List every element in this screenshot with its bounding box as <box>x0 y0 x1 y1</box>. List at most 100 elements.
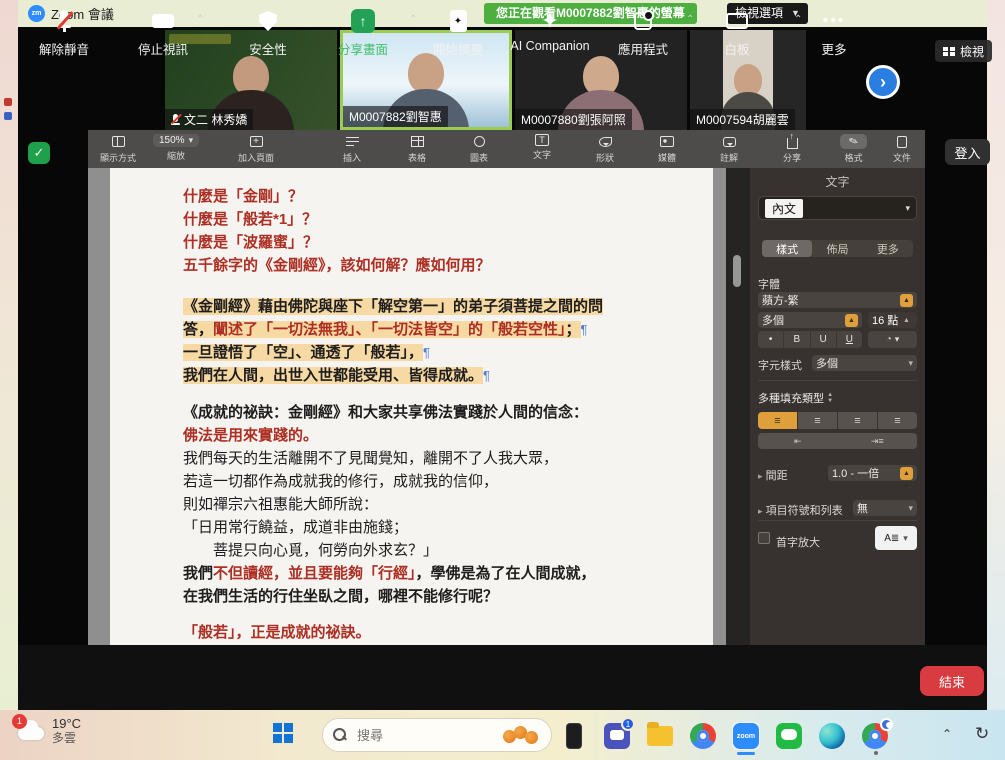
meeting-security-shield-icon[interactable]: ✓ <box>28 142 50 164</box>
view-mode-button[interactable]: 顯示方式 <box>100 134 136 164</box>
muted-mic-icon <box>57 10 71 32</box>
align-right-button[interactable]: ≡ <box>838 412 877 429</box>
scrollbar-track[interactable] <box>726 168 750 645</box>
font-family-dropdown[interactable]: 蘋方-繁 ▲▼ <box>758 292 917 308</box>
panel-title: 文字 <box>750 173 925 190</box>
comment-button[interactable]: 註解 <box>720 134 738 164</box>
search-icon <box>333 728 347 742</box>
outdent-button[interactable]: ⇤ <box>758 433 838 449</box>
lists-dropdown[interactable]: 無 ▾ <box>853 500 917 516</box>
font-style-buttons: • B U U <box>758 331 862 348</box>
dropcap-checkbox[interactable] <box>758 532 770 544</box>
document-button[interactable]: 文件 <box>893 134 911 164</box>
font-trait-dropdown[interactable]: 多個 ▲▼ <box>758 312 862 328</box>
video-options-chevron[interactable]: ⌃ <box>196 14 204 25</box>
start-button[interactable] <box>273 723 293 743</box>
security-button[interactable]: 安全性 <box>220 8 316 58</box>
cloud-icon: 1 <box>16 720 46 742</box>
media-label: 媒體 <box>658 151 676 164</box>
whiteboard-button[interactable]: 白板 <box>689 8 785 58</box>
scrollbar-handle[interactable] <box>733 255 741 287</box>
insert-label: 插入 <box>343 151 361 164</box>
participant-name-label: M0007882劉智惠 <box>343 106 448 127</box>
add-page-label: 加入頁面 <box>238 151 274 164</box>
align-justify-button[interactable]: ≡ <box>878 412 917 429</box>
disclosure-spacing[interactable]: ▸ 間距 <box>758 467 788 483</box>
zoom-label: 縮放 <box>167 149 185 162</box>
phone-link-icon <box>566 723 582 749</box>
security-label: 安全性 <box>249 39 287 58</box>
taskbar-app-phone[interactable] <box>560 722 588 750</box>
taskbar-search[interactable] <box>322 718 552 752</box>
temperature: 19°C <box>52 716 81 731</box>
tray-overflow-chevron[interactable]: ⌃ <box>942 727 952 741</box>
taskbar-app-chrome[interactable] <box>689 722 717 750</box>
end-meeting-button[interactable]: 結束 <box>920 666 984 696</box>
participant-name: M0007882劉智惠 <box>349 108 442 125</box>
dropcap-preview-icon: A≣ <box>884 533 899 544</box>
taskbar-app-teams[interactable]: 1 <box>603 722 631 750</box>
ai-companion-button[interactable]: ✦ AI Companion <box>502 8 598 53</box>
screen: zm Zoom 會議 您正在觀看M0007882劉智惠的螢幕 檢視選項 ▼ 文二… <box>0 0 1005 760</box>
media-button[interactable]: 媒體 <box>658 134 676 164</box>
lists-label: 項目符號和列表 <box>766 505 843 517</box>
dot-style-button[interactable]: • <box>758 331 784 348</box>
spacing-dropdown[interactable]: 1.0 - 一倍 ▲▼ <box>828 465 917 481</box>
align-center-button[interactable]: ≡ <box>798 412 837 429</box>
desktop-edge-left <box>0 0 18 760</box>
view-button-label: 檢視 <box>960 43 984 60</box>
doc-line: 我們不但讀經，並且要能夠「行經」，學佛是為了在人間成就， <box>183 562 683 585</box>
zoom-app-icon: zoom <box>733 723 759 749</box>
taskbar-icons: 1 zoom <box>560 722 889 750</box>
lists-value: 無 <box>857 500 868 516</box>
next-participants-button[interactable]: › <box>866 65 900 99</box>
text-options-button[interactable]: ◔ ▾ <box>868 331 917 348</box>
format-button[interactable]: ✎ 格式 <box>840 134 867 164</box>
search-input[interactable] <box>355 727 485 744</box>
bold-button[interactable]: B <box>784 331 810 348</box>
align-left-button[interactable]: ≡ <box>758 412 797 429</box>
apps-icon <box>634 12 652 30</box>
participant-name-label: M0007594胡麗雲 <box>690 109 795 130</box>
apps-button[interactable]: 應用程式 <box>595 8 691 58</box>
table-button[interactable]: 表格 <box>408 134 426 164</box>
insert-button[interactable]: 插入 <box>343 134 361 164</box>
tab-more[interactable]: 更多 <box>863 240 913 257</box>
chart-button[interactable]: 圖表 <box>470 134 488 164</box>
taskbar-app-line[interactable] <box>775 722 803 750</box>
shape-button[interactable]: 形狀 <box>596 134 614 164</box>
add-page-button[interactable]: 加入頁面 <box>238 134 274 164</box>
tab-layout[interactable]: 佈局 <box>812 240 862 257</box>
fill-type-label[interactable]: 多種填充類型 ▲▼ <box>758 390 833 406</box>
gallery-view-button[interactable]: 檢視 <box>935 40 992 62</box>
weather-widget[interactable]: 1 19°C 多雲 <box>16 716 81 745</box>
paragraph-style-dropdown[interactable]: 內文 ▾ <box>758 196 917 220</box>
edge-icon <box>819 723 845 749</box>
zoom-control[interactable]: 150%▾ 縮放 <box>153 134 199 162</box>
taskbar-app-edge[interactable] <box>818 722 846 750</box>
taskbar-app-chrome-profile[interactable] <box>861 722 889 750</box>
strikethrough-button[interactable]: U <box>837 331 862 348</box>
search-highlight-image <box>501 722 541 748</box>
stepper-icon: ▲▼ <box>900 314 913 327</box>
start-summary-button[interactable]: ✦ 開始摘要 <box>410 8 506 58</box>
doc-line: 答，闡述了「一切法無我」、「一切法皆空」的「般若空性」；¶ <box>183 318 683 341</box>
mute-options-chevron[interactable]: ⌃ <box>96 14 104 25</box>
taskbar-app-explorer[interactable] <box>646 722 674 750</box>
font-size-stepper[interactable]: 16 點 ▲▼ <box>868 312 917 328</box>
taskbar-app-zoom[interactable]: zoom <box>732 722 760 750</box>
share-button[interactable]: 分享 <box>783 134 801 164</box>
more-button[interactable]: ••• 更多 <box>786 8 882 58</box>
sync-tray-icon[interactable]: ↻ <box>975 724 989 744</box>
underline-button[interactable]: U <box>811 331 837 348</box>
char-style-dropdown[interactable]: 多個 ▾ <box>812 355 917 371</box>
dropcap-style-button[interactable]: A≣ ▾ <box>875 526 917 550</box>
char-style-label: 字元樣式 <box>758 357 802 373</box>
format-tabs: 樣式 佈局 更多 <box>762 240 913 257</box>
tab-style[interactable]: 樣式 <box>762 240 812 257</box>
sign-in-button[interactable]: 登入 <box>945 139 990 165</box>
indent-button[interactable]: ⇥≡ <box>838 433 918 449</box>
share-screen-button[interactable]: ↑ 分享畫面 <box>315 8 411 58</box>
disclosure-lists[interactable]: ▸ 項目符號和列表 <box>758 502 843 518</box>
text-button[interactable]: T 文字 <box>533 134 551 161</box>
